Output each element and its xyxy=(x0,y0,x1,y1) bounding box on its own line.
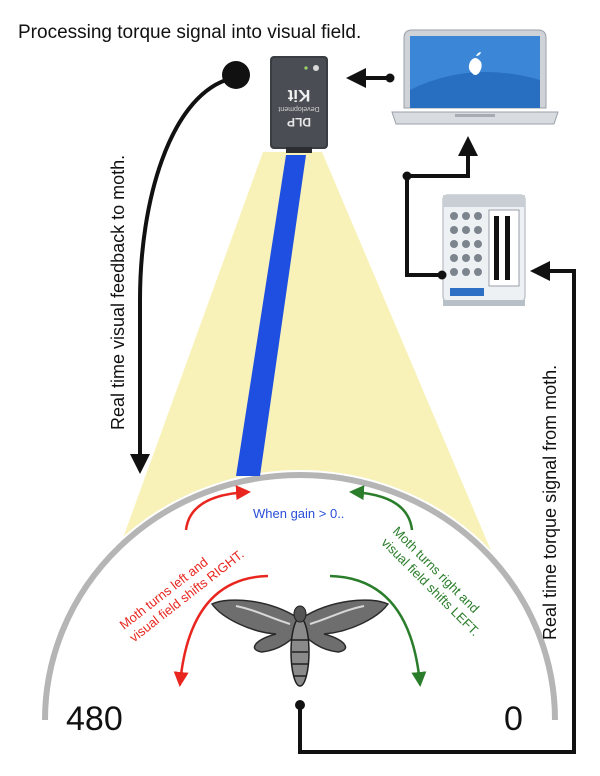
feedback-label: Real time visual feedback to moth. xyxy=(108,155,128,430)
gain-label: When gain > 0.. xyxy=(253,506,344,521)
daq-board-icon xyxy=(442,194,526,306)
projector-label-dlp: DLP xyxy=(287,115,311,129)
laptop-icon xyxy=(391,29,559,125)
torque-label: Real time torque signal from moth. xyxy=(540,365,560,640)
scale-left-label: 480 xyxy=(66,700,123,738)
laptop-to-projector-wire xyxy=(346,68,395,88)
projector-label-development: Development xyxy=(278,105,319,112)
scale-right-label: 0 xyxy=(504,700,523,738)
projector-icon: DLP Development Kit xyxy=(270,56,328,153)
projector-label-kit: Kit xyxy=(287,86,310,105)
diagram-title: Processing torque signal into visual fie… xyxy=(18,22,361,43)
diagram-canvas: Processing torque signal into visual fie… xyxy=(18,22,576,776)
